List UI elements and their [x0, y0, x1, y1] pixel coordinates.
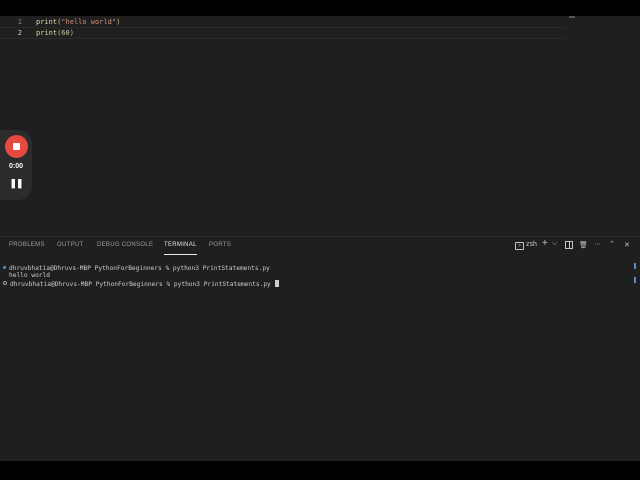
code-function: print	[36, 29, 58, 37]
more-actions-icon[interactable]: ···	[594, 241, 601, 248]
tab-ports[interactable]: PORTS	[209, 242, 231, 248]
bottom-panel: PROBLEMS OUTPUT DEBUG CONSOLE TERMINAL P…	[0, 236, 640, 462]
trash-icon[interactable]: 🗑	[579, 241, 588, 249]
command-decoration-icon	[3, 281, 7, 285]
terminal-output-text: hello world	[9, 272, 50, 279]
maximize-panel-icon[interactable]: ⌃	[609, 240, 615, 248]
code-string: "hello world"	[61, 18, 117, 26]
code-function: print	[36, 18, 58, 26]
code-number: 60	[61, 29, 70, 37]
code-text: print(60)	[36, 28, 74, 39]
terminal-line[interactable]: dhruvbhatia@Dhruvs-MBP PythonForBeginner…	[3, 280, 279, 289]
tab-output[interactable]: OUTPUT	[57, 242, 83, 248]
split-terminal-icon[interactable]	[565, 241, 573, 251]
command-decoration-icon	[3, 266, 6, 269]
editor-overview-ruler	[569, 16, 575, 18]
terminal-profile-button[interactable]: > zsh	[515, 241, 537, 250]
recording-timer: 0:00	[8, 163, 23, 170]
tab-problems[interactable]: PROBLEMS	[9, 242, 45, 248]
terminal-cursor	[274, 280, 279, 287]
chevron-down-icon[interactable]: ⌵	[552, 240, 557, 248]
tab-debug-console[interactable]: DEBUG CONSOLE	[97, 242, 153, 248]
code-paren-close: )	[116, 18, 121, 26]
add-terminal-icon[interactable]: +	[542, 238, 548, 249]
panel-tabs: PROBLEMS OUTPUT DEBUG CONSOLE TERMINAL P…	[0, 237, 640, 255]
tab-terminal[interactable]: TERMINAL	[164, 242, 197, 255]
stop-recording-button[interactable]	[5, 135, 28, 158]
terminal-text: dhruvbhatia@Dhruvs-MBP PythonForBeginner…	[9, 265, 270, 272]
terminal-scroll-marker	[634, 277, 636, 283]
line-number: 2	[17, 29, 22, 37]
top-letterbox	[0, 0, 640, 16]
terminal-line: hello world	[3, 272, 50, 280]
close-panel-icon[interactable]: ✕	[624, 241, 630, 249]
terminal-scroll-marker	[634, 263, 636, 269]
shell-name: zsh	[525, 241, 537, 248]
terminal-text: dhruvbhatia@Dhruvs-MBP PythonForBeginner…	[10, 281, 275, 288]
bottom-letterbox	[0, 461, 640, 480]
pause-recording-button[interactable]: ❚❚	[0, 178, 32, 189]
code-editor[interactable]: 1 print("hello world") 2 print(60)	[0, 16, 640, 236]
screen-recorder-widget: 0:00 ❚❚	[0, 130, 32, 200]
code-paren-close: )	[69, 29, 74, 37]
code-line-2[interactable]: 2 print(60)	[0, 27, 566, 39]
terminal-icon: >	[515, 242, 524, 250]
